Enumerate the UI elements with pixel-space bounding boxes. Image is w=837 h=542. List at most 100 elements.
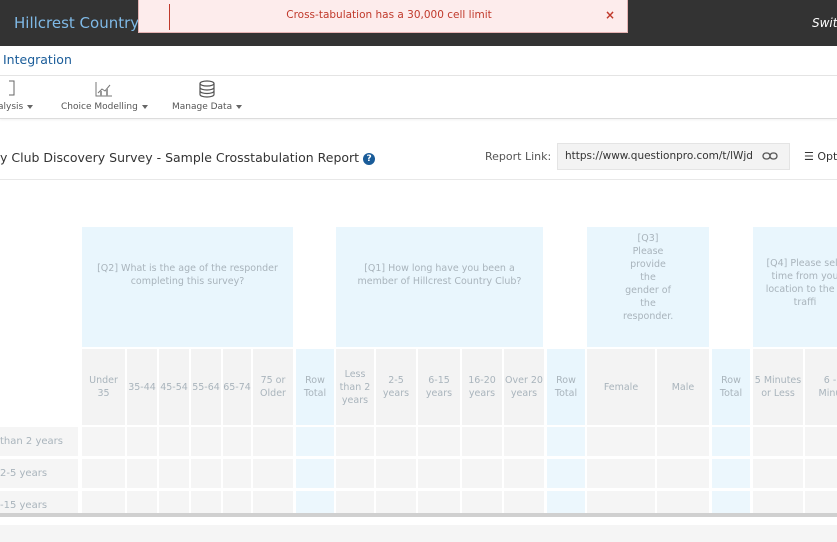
table-cell <box>376 459 416 488</box>
table-cell <box>159 427 189 456</box>
row-label: -15 years <box>0 491 78 513</box>
toolbar: alysis Choice Modelling Manage Data <box>0 76 837 119</box>
table-cell <box>547 427 585 456</box>
column-header-row-total: Row Total <box>712 349 750 425</box>
table-cell <box>504 491 544 513</box>
column-header: Less than 2 years <box>336 349 374 425</box>
table-cell <box>753 491 803 513</box>
column-header: Male <box>657 349 709 425</box>
column-header-row-total: Row Total <box>296 349 334 425</box>
table-cell <box>336 459 374 488</box>
analysis-menu[interactable]: alysis <box>0 80 34 112</box>
table-cell <box>418 427 460 456</box>
table-cell <box>657 459 709 488</box>
report-title-text: y Club Discovery Survey - Sample Crossta… <box>0 150 360 165</box>
list-icon: ☰ <box>804 150 814 163</box>
row-label: than 2 years <box>0 427 78 456</box>
table-cell <box>712 491 750 513</box>
table-cell <box>753 459 803 488</box>
table-cell <box>223 491 251 513</box>
choice-modelling-label: Choice Modelling <box>61 102 138 112</box>
table-cell <box>657 491 709 513</box>
manage-data-menu[interactable]: Manage Data <box>172 80 243 112</box>
table-cell <box>504 459 544 488</box>
table-cell <box>547 459 585 488</box>
table-cell <box>418 491 460 513</box>
integration-tab[interactable]: Integration <box>3 52 72 67</box>
table-cell <box>82 427 125 456</box>
table-cell <box>191 491 221 513</box>
table-cell <box>376 427 416 456</box>
link-icon[interactable] <box>762 150 778 162</box>
horizontal-scrollbar[interactable] <box>0 513 837 517</box>
table-cell <box>296 459 334 488</box>
brand-title[interactable]: Hillcrest Country <box>14 14 139 32</box>
column-header: 75 or Older <box>253 349 293 425</box>
table-cell <box>587 427 655 456</box>
options-menu[interactable]: ☰ Opt <box>804 150 837 163</box>
table-cell <box>712 427 750 456</box>
report-header: y Club Discovery Survey - Sample Crossta… <box>0 140 837 180</box>
footer-bar <box>0 525 837 542</box>
table-cell <box>336 427 374 456</box>
chevron-down-icon <box>141 104 148 109</box>
row-label: 2-5 years <box>0 459 78 488</box>
sub-navigation: Integration <box>0 46 837 76</box>
options-label: Opt <box>817 150 837 163</box>
table-cell <box>223 427 251 456</box>
table-cell <box>805 459 837 488</box>
error-alert: Cross-tabulation has a 30,000 cell limit… <box>138 0 628 33</box>
table-cell <box>805 491 837 513</box>
table-cell <box>191 427 221 456</box>
table-cell <box>253 427 293 456</box>
switch-link[interactable]: Swit <box>812 16 837 30</box>
table-cell <box>462 491 502 513</box>
chart-icon <box>95 82 113 97</box>
column-header: 2-5 years <box>376 349 416 425</box>
table-cell <box>657 427 709 456</box>
database-icon <box>199 80 215 98</box>
column-header: 55-64 <box>191 349 221 425</box>
table-cell <box>159 491 189 513</box>
table-cell <box>376 491 416 513</box>
choice-modelling-menu[interactable]: Choice Modelling <box>61 80 148 112</box>
analysis-label: alysis <box>0 102 24 112</box>
column-header: 5 Minutes or Less <box>753 349 803 425</box>
column-header: Female <box>587 349 655 425</box>
table-cell <box>127 427 157 456</box>
table-cell <box>82 459 125 488</box>
crosstab-table: [Q2] What is the age of the responder co… <box>0 180 837 513</box>
report-link-field[interactable]: https://www.questionpro.com/t/lWjdZ5 <box>557 143 790 170</box>
table-cell <box>504 427 544 456</box>
table-cell <box>127 459 157 488</box>
column-header: 35-44 <box>127 349 157 425</box>
table-cell <box>587 491 655 513</box>
analysis-icon <box>8 80 15 96</box>
table-cell <box>587 459 655 488</box>
table-cell <box>462 459 502 488</box>
table-cell <box>191 459 221 488</box>
question-header-q3: [Q3] Please provide the gender of the re… <box>587 227 709 347</box>
table-cell <box>82 491 125 513</box>
question-header-q1: [Q1] How long have you been a member of … <box>336 227 543 347</box>
table-cell <box>712 459 750 488</box>
table-cell <box>296 427 334 456</box>
table-cell <box>296 491 334 513</box>
close-icon[interactable]: × <box>605 8 615 22</box>
table-cell <box>805 427 837 456</box>
alert-message: Cross-tabulation has a 30,000 cell limit <box>286 9 492 21</box>
column-header: Under 35 <box>82 349 125 425</box>
column-header: 45-54 <box>159 349 189 425</box>
table-cell <box>336 491 374 513</box>
report-title: y Club Discovery Survey - Sample Crossta… <box>0 150 376 165</box>
chevron-down-icon <box>27 104 34 109</box>
table-cell <box>547 491 585 513</box>
column-header: 6 - Minu <box>805 349 837 425</box>
column-header: 6-15 years <box>418 349 460 425</box>
column-header: Over 20 years <box>504 349 544 425</box>
table-cell <box>223 459 251 488</box>
help-icon[interactable]: ? <box>363 153 376 165</box>
table-cell <box>159 459 189 488</box>
table-cell <box>253 491 293 513</box>
report-link-url[interactable]: https://www.questionpro.com/t/lWjdZ5 <box>565 150 753 162</box>
